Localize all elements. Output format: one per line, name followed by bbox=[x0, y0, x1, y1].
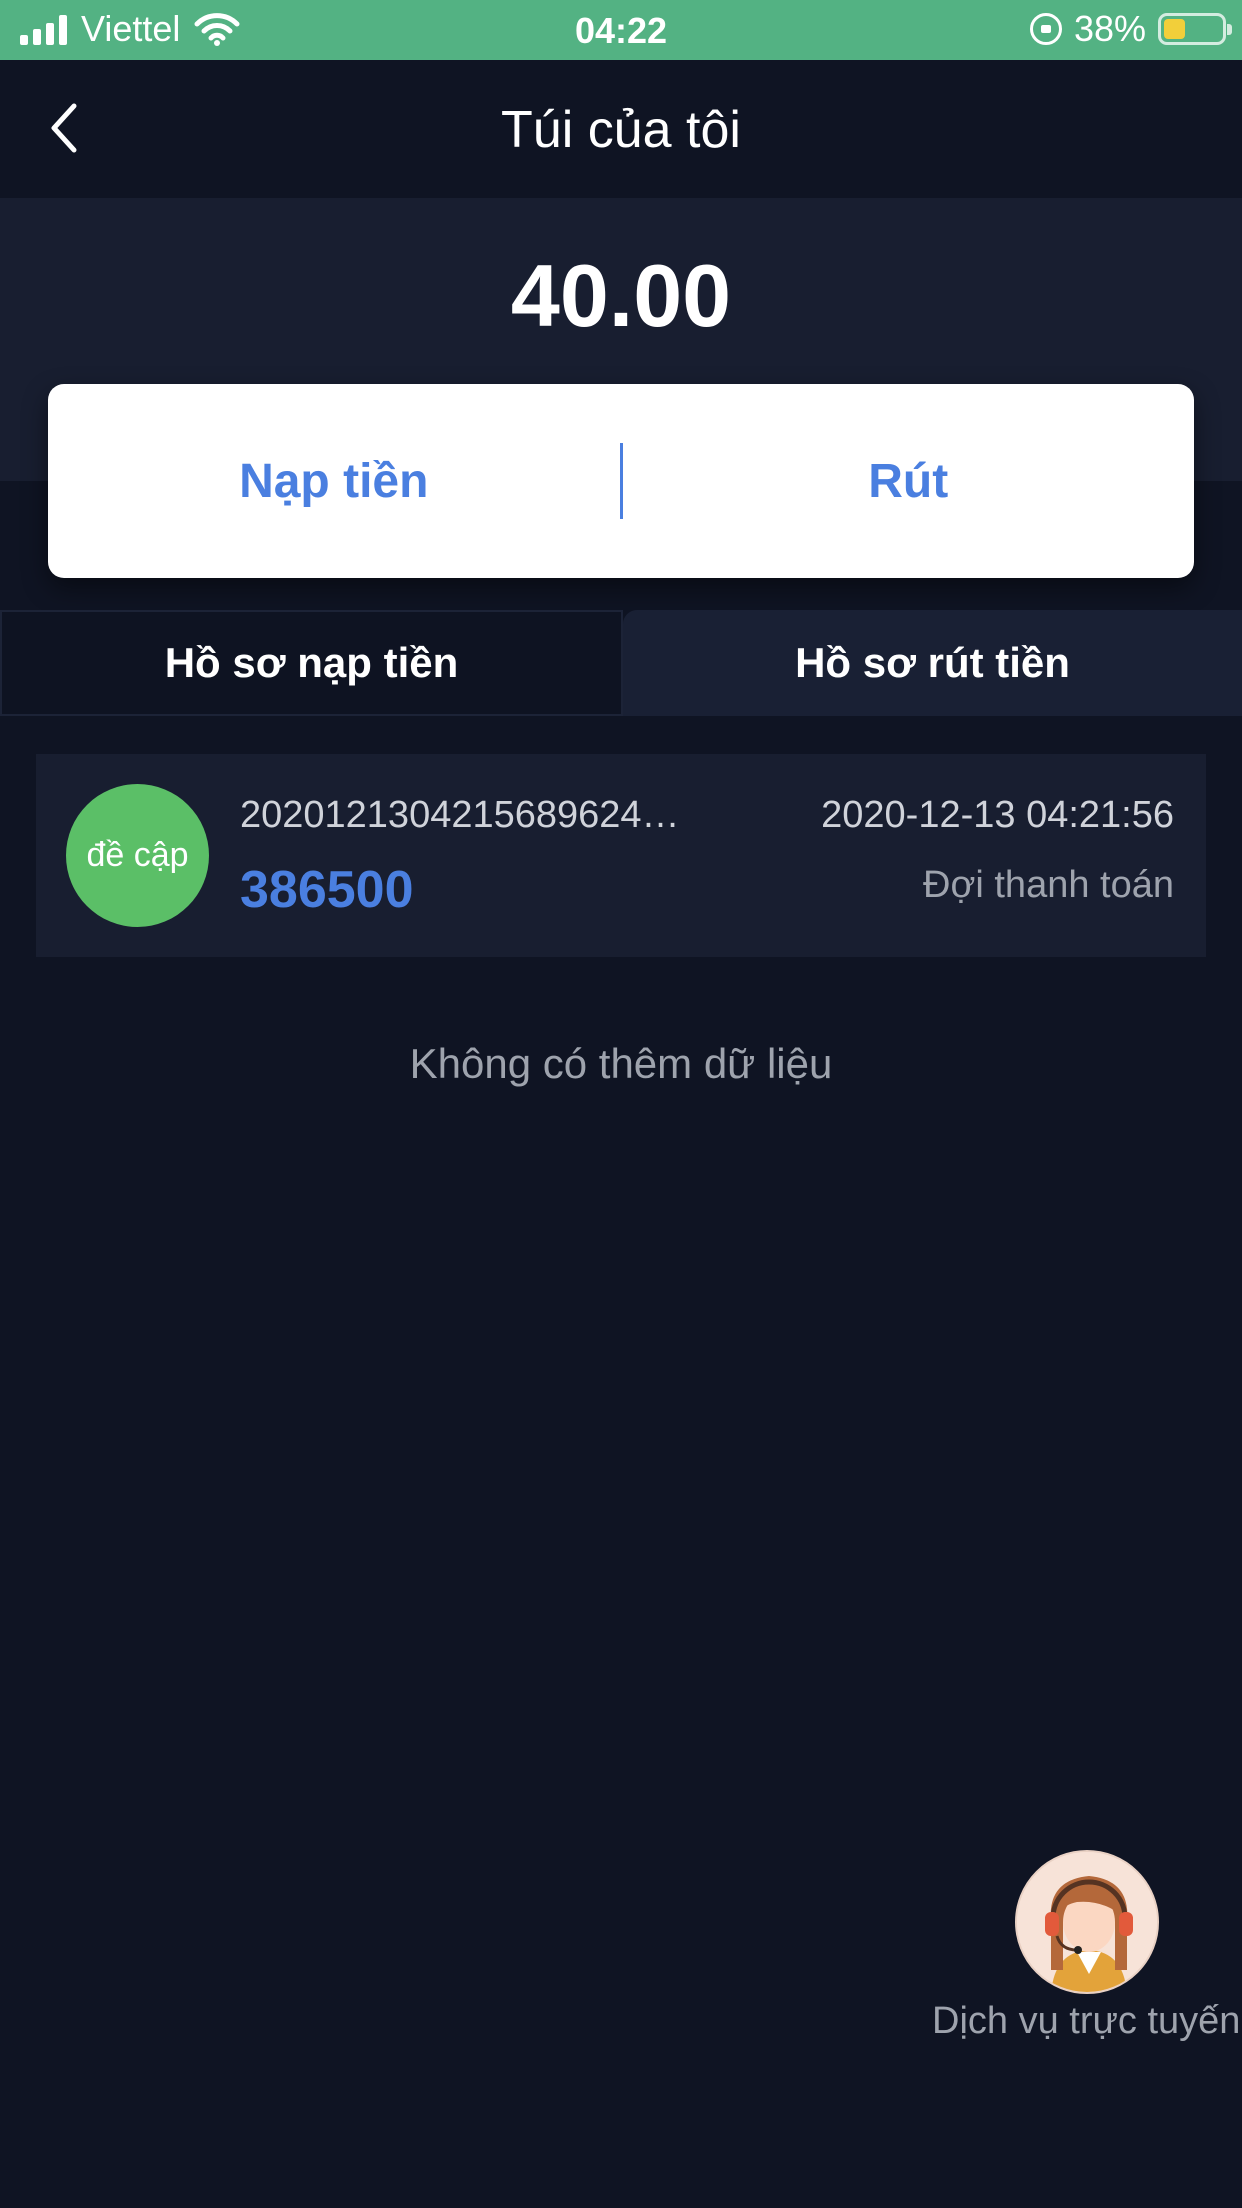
record-datetime: 2020-12-13 04:21:56 bbox=[821, 794, 1174, 836]
deposit-button[interactable]: Nạp tiền bbox=[48, 384, 620, 578]
wallet-actions-card: Nạp tiền Rút bbox=[48, 384, 1194, 578]
withdraw-button[interactable]: Rút bbox=[623, 384, 1195, 578]
status-right: 38% bbox=[1029, 8, 1232, 50]
tab-withdraw-records[interactable]: Hồ sơ rút tiền bbox=[623, 610, 1242, 716]
orientation-lock-icon bbox=[1029, 13, 1062, 45]
wallet-balance: 40.00 bbox=[510, 246, 732, 345]
status-bar: Viettel 04:22 38% bbox=[0, 0, 1242, 60]
record-status: Đợi thanh toán bbox=[923, 864, 1174, 906]
battery-level bbox=[1164, 19, 1186, 39]
top-nav: Túi của tôi bbox=[0, 60, 1242, 198]
list-item[interactable]: đề cập 2020121304215689624… 386500 2020-… bbox=[36, 754, 1206, 957]
record-order-id: 2020121304215689624… bbox=[240, 794, 680, 836]
agent-illustration bbox=[1017, 1852, 1157, 1992]
tab-deposit-records[interactable]: Hồ sơ nạp tiền bbox=[0, 610, 623, 716]
record-tabs: Hồ sơ nạp tiền Hồ sơ rút tiền bbox=[0, 610, 1242, 716]
customer-service-avatar-icon[interactable] bbox=[1015, 1850, 1159, 1994]
page-title: Túi của tôi bbox=[501, 101, 741, 159]
record-amount: 386500 bbox=[240, 861, 414, 919]
record-badge: đề cập bbox=[66, 784, 209, 927]
battery-icon bbox=[1158, 13, 1232, 45]
battery-percent: 38% bbox=[1073, 8, 1146, 49]
no-more-data-note: Không có thêm dữ liệu bbox=[409, 1040, 833, 1087]
online-support-label[interactable]: Dịch vụ trực tuyến bbox=[932, 2000, 1242, 2043]
